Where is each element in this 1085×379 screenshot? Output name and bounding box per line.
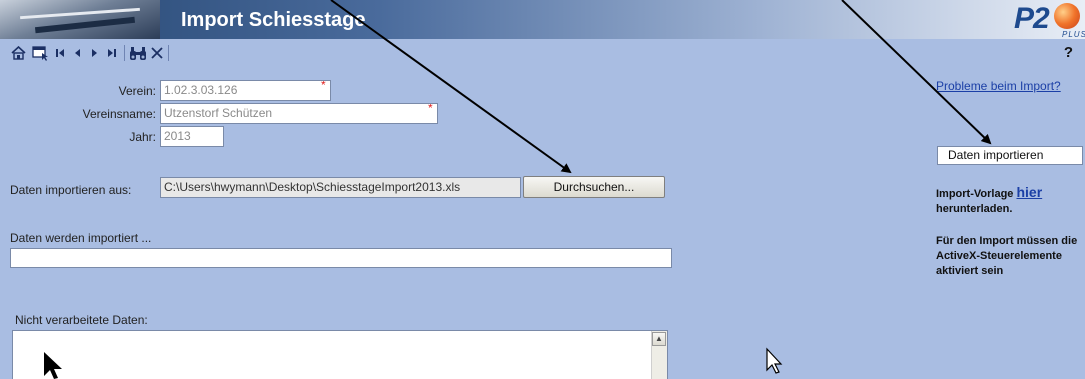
unprocessed-data-textarea[interactable]: ▲ xyxy=(12,330,668,379)
scroll-up-arrow-icon[interactable]: ▲ xyxy=(652,332,666,346)
template-download-text: Import-Vorlage hier herunterladen. xyxy=(936,185,1084,217)
template-download-link[interactable]: hier xyxy=(1016,184,1042,200)
next-record-icon[interactable] xyxy=(90,44,100,62)
page-title: Import Schiesstage xyxy=(181,9,366,31)
toolbar-separator xyxy=(168,45,169,61)
first-record-icon[interactable] xyxy=(54,44,66,62)
toolbar: ? xyxy=(0,39,1085,68)
unprocessed-data-label: Nicht verarbeitete Daten: xyxy=(15,313,148,327)
logo-sub: PLUS xyxy=(1062,30,1085,39)
last-record-icon[interactable] xyxy=(106,44,118,62)
vereinsname-label: Vereinsname: xyxy=(82,107,156,121)
p2-plus-logo: P2 PLUS xyxy=(1010,0,1085,39)
import-file-path-field[interactable]: C:\Users\hwymann\Desktop\SchiesstageImpo… xyxy=(160,177,521,198)
import-data-button[interactable]: Daten importieren xyxy=(937,146,1083,165)
import-from-label: Daten importieren aus: xyxy=(10,183,132,197)
required-marker: * xyxy=(428,103,433,115)
template-prefix: Import-Vorlage xyxy=(936,188,1017,200)
right-sidebar: Probleme beim Import? Daten importieren … xyxy=(933,68,1085,379)
window-pointer-icon[interactable] xyxy=(31,44,49,62)
verein-value: 1.02.3.03.126 xyxy=(164,83,238,97)
help-button[interactable]: ? xyxy=(1064,44,1073,61)
jahr-field[interactable]: 2013 xyxy=(160,126,224,147)
previous-record-icon[interactable] xyxy=(72,44,82,62)
jahr-label: Jahr: xyxy=(129,130,156,144)
jahr-value: 2013 xyxy=(164,129,191,143)
template-suffix: herunterladen. xyxy=(936,203,1013,215)
header-image xyxy=(0,0,160,39)
activex-note: Für den Import müssen die ActiveX-Steuer… xyxy=(936,235,1078,277)
import-problems-link[interactable]: Probleme beim Import? xyxy=(936,79,1061,93)
vereinsname-field[interactable]: Utzenstorf Schützen * xyxy=(160,103,438,124)
browse-button[interactable]: Durchsuchen... xyxy=(523,176,665,198)
binoculars-search-icon[interactable] xyxy=(129,44,147,62)
app-header: Import Schiesstage P2 PLUS xyxy=(0,0,1085,39)
verein-label: Verein: xyxy=(118,84,156,98)
progress-label: Daten werden importiert ... xyxy=(10,231,152,245)
import-progress-bar xyxy=(10,248,672,268)
toolbar-separator xyxy=(124,45,125,61)
textarea-scrollbar[interactable]: ▲ xyxy=(651,331,667,379)
verein-field[interactable]: 1.02.3.03.126 * xyxy=(160,80,331,101)
vereinsname-value: Utzenstorf Schützen xyxy=(164,106,273,120)
required-marker: * xyxy=(321,80,326,92)
close-icon[interactable] xyxy=(150,44,164,62)
import-form: Verein: 1.02.3.03.126 * Vereinsname: Utz… xyxy=(0,68,933,379)
home-icon[interactable] xyxy=(10,44,26,62)
logo-text: P2 xyxy=(1014,2,1050,35)
